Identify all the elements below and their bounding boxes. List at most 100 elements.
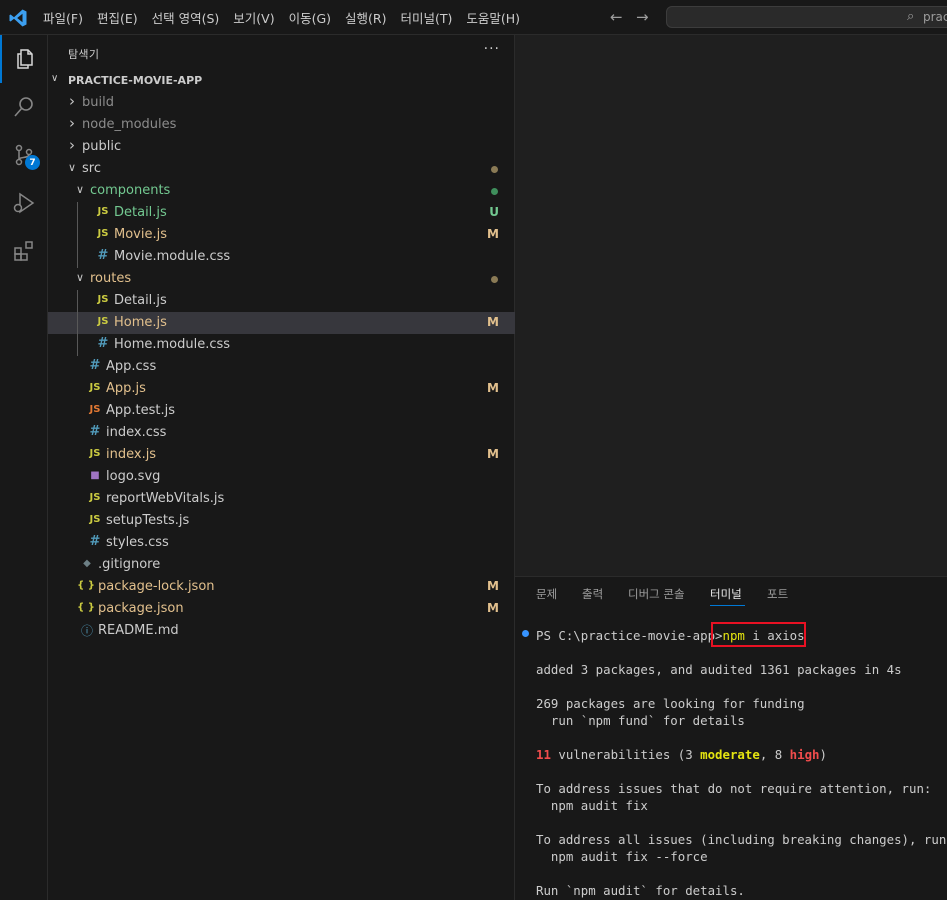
svg-file-icon: ■ (90, 470, 100, 481)
vuln-text-end: ) (819, 747, 827, 762)
tree-item[interactable]: JS index.js M (48, 444, 515, 466)
extensions-activity-icon[interactable] (0, 227, 48, 275)
menu-item[interactable]: 도움말(H) (459, 8, 527, 27)
tree-item-label: Detail.js (114, 205, 167, 220)
tree-item[interactable]: JS Detail.js U (48, 202, 515, 224)
explorer-activity-icon[interactable] (0, 35, 48, 83)
tree-item-label: App.test.js (106, 403, 176, 418)
chevron-down-icon: ∨ (75, 271, 85, 284)
tree-item[interactable]: { } package-lock.json M (48, 576, 515, 598)
tree-item[interactable]: ■ logo.svg (48, 466, 515, 488)
menu-item[interactable]: 파일(F) (36, 8, 90, 27)
javascript-file-icon: JS (97, 316, 109, 327)
info-file-icon: ⓘ (80, 624, 93, 638)
search-activity-icon[interactable] (0, 83, 48, 131)
tree-item[interactable]: JS Detail.js (48, 290, 515, 312)
tab-output[interactable]: 출력 (582, 586, 603, 602)
chevron-down-icon: ∨ (67, 161, 77, 174)
workspace-root-header[interactable]: ∨ PRACTICE-MOVIE-APP (48, 70, 515, 92)
css-file-icon: # (89, 534, 101, 549)
tree-item[interactable]: ∨ components (48, 180, 515, 202)
git-change-dot-icon (491, 188, 498, 195)
run-debug-activity-icon[interactable] (0, 179, 48, 227)
tree-item[interactable]: # Home.module.css (48, 334, 515, 356)
menu-item[interactable]: 터미널(T) (394, 8, 460, 27)
tab-terminal[interactable]: 터미널 (710, 586, 742, 602)
source-control-activity-icon[interactable] (0, 131, 48, 179)
javascript-file-icon: JS (89, 448, 101, 459)
tree-item[interactable]: JS App.js M (48, 378, 515, 400)
tree-item[interactable]: ∨ routes (48, 268, 515, 290)
more-actions-icon[interactable]: ··· (484, 41, 500, 57)
test-file-icon: JS (89, 404, 101, 415)
terminal-line: npm audit fix (536, 798, 648, 813)
tree-item[interactable]: # App.css (48, 356, 515, 378)
tree-item[interactable]: JS reportWebVitals.js (48, 488, 515, 510)
file-tree: › build › node_modules › public ∨ src ∨ component… (48, 92, 515, 642)
terminal-vulnerabilities-line: 11 vulnerabilities (3 moderate, 8 high) (536, 746, 827, 763)
tree-item[interactable]: › build (48, 92, 515, 114)
tree-item[interactable]: › public (48, 136, 515, 158)
json-file-icon: { } (77, 580, 95, 591)
command-highlight-box (711, 622, 806, 647)
menu-item[interactable]: 이동(G) (282, 8, 338, 27)
tree-item-label: package-lock.json (98, 579, 215, 594)
tab-debug-console[interactable]: 디버그 콘솔 (628, 586, 685, 602)
css-file-icon: # (89, 424, 101, 439)
workspace-root-label: PRACTICE-MOVIE-APP (68, 74, 203, 87)
terminal-line: 269 packages are looking for funding (536, 696, 805, 711)
tree-item[interactable]: JS App.test.js (48, 400, 515, 422)
tree-item[interactable]: # Movie.module.css (48, 246, 515, 268)
tree-item-label: package.json (98, 601, 184, 616)
tree-item[interactable]: { } package.json M (48, 598, 515, 620)
tree-item[interactable]: JS setupTests.js (48, 510, 515, 532)
tree-item[interactable]: ∨ src (48, 158, 515, 180)
explorer-sidebar: 탐색기 ··· ∨ PRACTICE-MOVIE-APP › build › node… (48, 35, 515, 900)
tree-item[interactable]: JS Home.js M (48, 312, 515, 334)
tree-item[interactable]: ⓘ README.md (48, 620, 515, 642)
chevron-right-icon: › (69, 92, 75, 110)
vscode-logo-icon (9, 9, 27, 27)
tree-item-label: src (82, 161, 101, 176)
scm-count-badge: 7 (25, 155, 40, 170)
tab-ports[interactable]: 포트 (767, 586, 788, 602)
forward-arrow-icon[interactable]: → (636, 8, 649, 26)
tree-item-label: styles.css (106, 535, 169, 550)
git-change-dot-icon (491, 166, 498, 173)
search-icon: ⌕ (907, 9, 915, 24)
tree-item-label: .gitignore (98, 557, 161, 572)
tree-item-label: Movie.module.css (114, 249, 231, 264)
git-status-badge: M (487, 601, 499, 615)
vuln-text-mid: , 8 (759, 747, 790, 762)
tree-item-label: App.js (106, 381, 146, 396)
javascript-file-icon: JS (97, 294, 109, 305)
git-status-badge: M (487, 227, 499, 241)
tree-item[interactable]: ◆ .gitignore (48, 554, 515, 576)
menu-item[interactable]: 편집(E) (90, 8, 145, 27)
javascript-file-icon: JS (97, 228, 109, 239)
terminal-line: added 3 packages, and audited 1361 packa… (536, 662, 902, 677)
tree-item-label: App.css (106, 359, 157, 374)
chevron-right-icon: › (69, 114, 75, 132)
javascript-file-icon: JS (89, 382, 101, 393)
search-text: prac (923, 10, 947, 24)
vuln-moderate: moderate (700, 747, 760, 762)
indent-guide (77, 202, 78, 224)
back-arrow-icon[interactable]: ← (610, 8, 623, 26)
tree-item[interactable]: # index.css (48, 422, 515, 444)
tree-item-label: routes (90, 271, 132, 286)
tree-item[interactable]: JS Movie.js M (48, 224, 515, 246)
menu-item[interactable]: 실행(R) (338, 8, 393, 27)
tree-item-label: build (82, 95, 114, 110)
command-center-search[interactable]: ⌕ prac (666, 6, 947, 28)
git-status-badge: U (489, 205, 499, 219)
chevron-down-icon: ∨ (51, 73, 59, 84)
tree-item[interactable]: # styles.css (48, 532, 515, 554)
git-status-badge: M (487, 447, 499, 461)
menu-item[interactable]: 보기(V) (226, 8, 281, 27)
terminal-line: run `npm fund` for details (536, 713, 745, 728)
tab-problems[interactable]: 문제 (536, 586, 557, 602)
tree-item[interactable]: › node_modules (48, 114, 515, 136)
indent-guide (77, 334, 78, 356)
menu-item[interactable]: 선택 영역(S) (145, 8, 227, 27)
